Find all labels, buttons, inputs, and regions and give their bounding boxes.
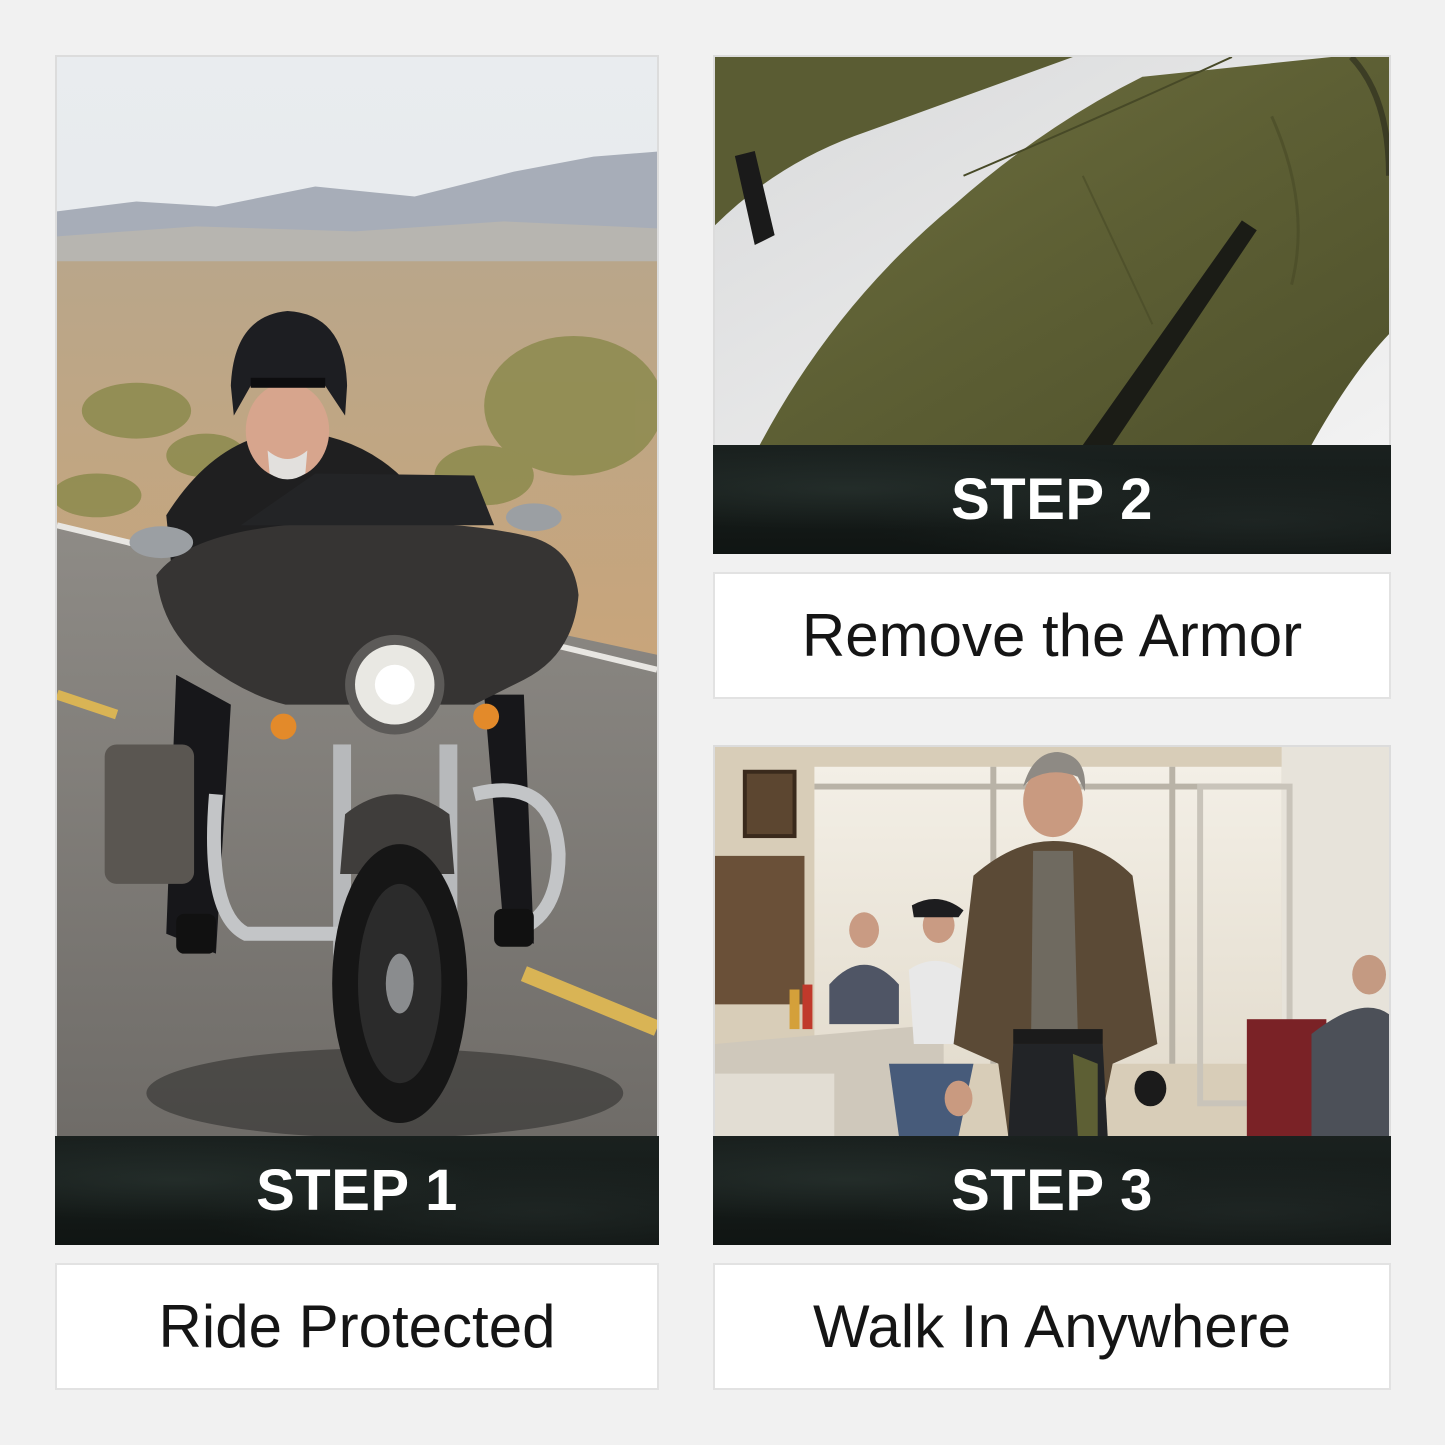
step-1-caption: Ride Protected (55, 1263, 659, 1390)
step-3-caption: Walk In Anywhere (713, 1263, 1391, 1390)
man-in-diner-photo (713, 745, 1391, 1138)
rider-on-motorcycle-illustration (57, 57, 657, 1136)
armor-pants-closeup-photo (713, 55, 1391, 447)
rider-on-motorcycle-photo (55, 55, 659, 1138)
step-2-banner: STEP 2 (713, 445, 1391, 554)
diner-scene-illustration (715, 747, 1389, 1136)
step-2-caption: Remove the Armor (713, 572, 1391, 699)
step-infographic: STEP 1 Ride Protected STEP 2 Remove the … (0, 0, 1445, 1445)
olive-pants-illustration (715, 57, 1389, 445)
step-1-banner: STEP 1 (55, 1136, 659, 1245)
step-3-banner: STEP 3 (713, 1136, 1391, 1245)
